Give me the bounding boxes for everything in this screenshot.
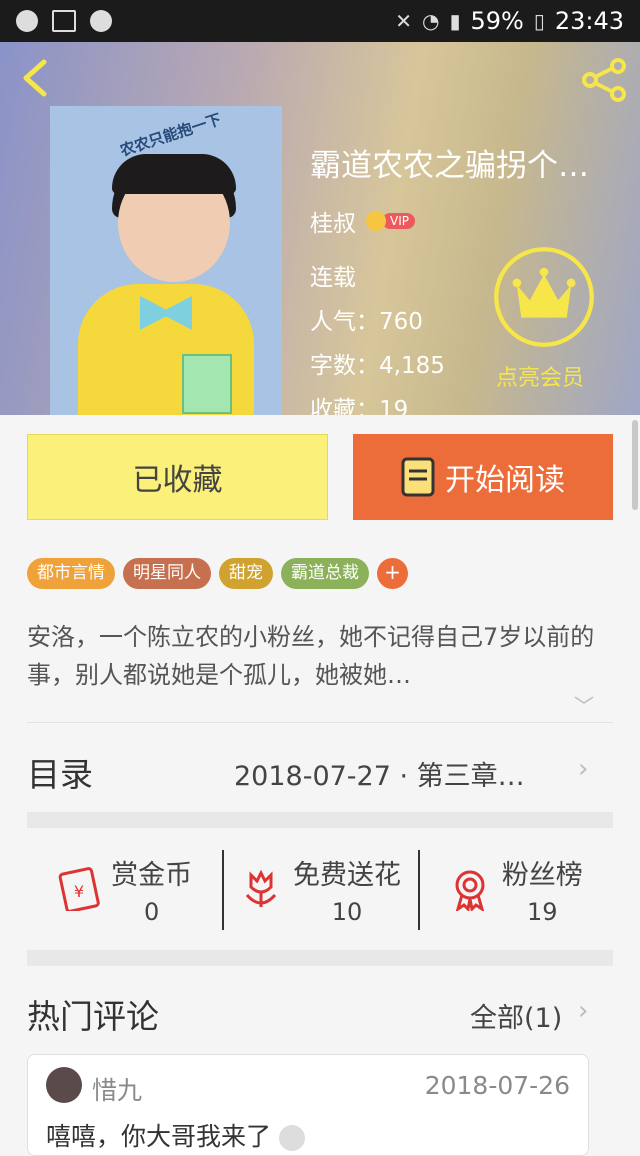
comment-text: 嘻嘻，你大哥我来了 (46, 1117, 305, 1153)
toc-label[interactable]: 目录 (27, 748, 93, 796)
signal-icon: ▮ (449, 9, 461, 33)
cover-caption: 农农只能抱一下 (117, 110, 224, 160)
back-icon[interactable] (20, 58, 50, 98)
status-bar: ✕ ◔ ▮ 59% ▯ 23:43 (0, 0, 640, 42)
comment-card[interactable]: 惜九 2018-07-26 嘻嘻，你大哥我来了 (27, 1054, 589, 1156)
member-label[interactable]: 点亮会员 (496, 360, 584, 392)
favorited-button[interactable]: 已收藏 (27, 434, 328, 520)
settings-alert-icon (90, 10, 112, 32)
add-tag-button[interactable]: + (377, 558, 408, 589)
svg-text:¥: ¥ (74, 882, 84, 901)
tag-item[interactable]: 甜宠 (219, 558, 273, 589)
start-reading-button[interactable]: 开始阅读 (353, 434, 613, 520)
section-divider (27, 950, 613, 966)
tag-item[interactable]: 明星同人 (123, 558, 211, 589)
all-comments-link[interactable]: 全部(1) (470, 996, 562, 1035)
vip-crown-icon (366, 211, 386, 231)
stats-row: ¥ 赏金币 0 免费送花 10 粉丝榜 19 (27, 846, 613, 932)
reward-coins[interactable]: ¥ 赏金币 0 (27, 846, 222, 932)
word-count: 字数：4,185 (310, 353, 445, 379)
notification-icons (0, 10, 112, 32)
author-row[interactable]: 桂叔 VIP (310, 204, 415, 238)
tag-list: 都市言情 明星同人 甜宠 霸道总裁 + (27, 558, 408, 589)
hot-comments-title: 热门评论 (27, 997, 159, 1036)
flower-icon (245, 869, 277, 907)
battery-percent: 59% (470, 7, 524, 35)
section-divider (27, 812, 613, 828)
comment-user[interactable]: 惜九 (92, 1071, 142, 1107)
battery-icon: ▯ (533, 9, 545, 33)
serial-status: 连载 (310, 265, 356, 291)
divider (27, 722, 613, 723)
chevron-right-icon[interactable]: › (578, 754, 588, 784)
latest-chapter[interactable]: 2018-07-27 · 第三章… (234, 754, 525, 793)
tag-item[interactable]: 霸道总裁 (281, 558, 369, 589)
crown-icon[interactable] (493, 246, 595, 348)
scrollbar[interactable] (632, 420, 638, 510)
tag-item[interactable]: 都市言情 (27, 558, 115, 589)
avatar[interactable] (46, 1067, 82, 1103)
author-name[interactable]: 桂叔 (310, 204, 356, 238)
mute-icon: ✕ (395, 9, 412, 33)
book-icon (401, 457, 435, 497)
comment-date: 2018-07-26 (424, 1071, 570, 1100)
book-header: 农农只能抱一下 霸道农农之骗拐个… 桂叔 VIP 连载 人气：760 字数：4,… (0, 42, 640, 415)
chevron-right-icon[interactable]: › (578, 996, 588, 1026)
wifi-icon: ◔ (422, 9, 440, 33)
clock: 23:43 (554, 7, 624, 35)
start-reading-label: 开始阅读 (445, 463, 565, 498)
book-title: 霸道农农之骗拐个… (310, 148, 589, 184)
fan-ranking[interactable]: 粉丝榜 19 (417, 846, 613, 932)
vip-badge: VIP (366, 211, 415, 231)
book-cover[interactable]: 农农只能抱一下 (50, 106, 282, 415)
globe-icon (16, 10, 38, 32)
favorite-count: 收藏：19 (310, 397, 409, 415)
book-summary[interactable]: 安洛，一个陈立农的小粉丝，她不记得自己7岁以前的事，别人都说她是个孤儿，她被她… (27, 618, 607, 694)
expand-chevron-icon[interactable]: ﹀ (574, 690, 594, 719)
red-envelope-icon: ¥ (58, 867, 100, 911)
free-flowers[interactable]: 免费送花 10 (222, 846, 417, 932)
image-icon (52, 10, 76, 32)
emoji-icon (278, 1125, 305, 1151)
popularity: 人气：760 (310, 309, 423, 335)
share-icon[interactable] (580, 58, 628, 102)
medal-icon (455, 870, 485, 911)
